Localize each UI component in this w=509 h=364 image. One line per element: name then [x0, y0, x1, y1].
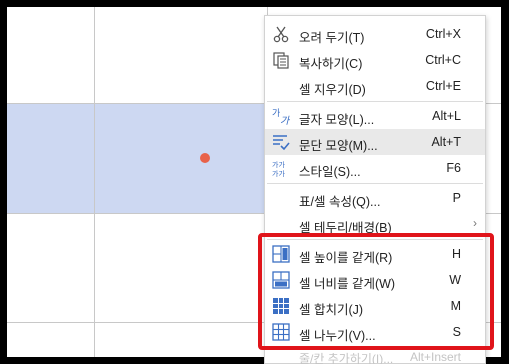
- menu-item-shortcut: P: [452, 191, 461, 205]
- menu-item-shortcut: Ctrl+E: [425, 79, 461, 93]
- menu-item-shortcut: F6: [446, 161, 461, 175]
- menu-item-copy[interactable]: 복사하기(C) Ctrl+C: [265, 47, 485, 73]
- chevron-right-icon: ›: [473, 216, 477, 230]
- menu-item-label: 스타일(S)...: [299, 165, 361, 179]
- table-col-line-1: [94, 7, 95, 357]
- selected-cell[interactable]: [7, 103, 267, 213]
- svg-text:가: 가: [280, 115, 291, 126]
- menu-separator: [267, 101, 483, 102]
- menu-item-char-shape[interactable]: 가 가 글자 모양(L)... Alt+L: [265, 103, 485, 129]
- menu-item-cut[interactable]: 오려 두기(T) Ctrl+X: [265, 21, 485, 47]
- menu-item-label: 복사하기(C): [299, 57, 363, 71]
- menu-item-label: 글자 모양(L)...: [299, 113, 375, 127]
- menu-item-shortcut: Alt+T: [431, 135, 461, 149]
- style-icon: 가가 가가: [271, 158, 291, 178]
- menu-item-paragraph-shape[interactable]: 문단 모양(M)... Alt+T: [265, 129, 485, 155]
- menu-item-label: 표/셀 속성(Q)...: [299, 195, 381, 209]
- menu-item-shortcut: Ctrl+X: [425, 27, 461, 41]
- menu-item-label: 줄/칸 추가하기(I)...: [299, 352, 394, 364]
- menu-item-label: 오려 두기(T): [299, 31, 365, 45]
- menu-item-label: 문단 모양(M)...: [299, 139, 378, 153]
- highlight-annotation-box: [258, 233, 494, 350]
- menu-item-style[interactable]: 가가 가가 스타일(S)... F6: [265, 155, 485, 181]
- menu-item-clear-cell[interactable]: 셀 지우기(D) Ctrl+E: [265, 73, 485, 99]
- menu-item-table-cell-properties[interactable]: 표/셀 속성(Q)... P: [265, 185, 485, 211]
- menu-separator: [267, 183, 483, 184]
- svg-text:가가: 가가: [272, 160, 285, 169]
- cursor-dot: [200, 153, 210, 163]
- menu-item-label: 셀 지우기(D): [299, 83, 366, 97]
- paragraph-shape-icon: [271, 132, 291, 152]
- menu-item-shortcut: Ctrl+C: [425, 53, 461, 67]
- copy-icon: [271, 50, 291, 70]
- menu-item-shortcut: Alt+L: [432, 109, 461, 123]
- scissors-icon: [271, 24, 291, 44]
- menu-item-shortcut: Alt+Insert: [409, 350, 461, 364]
- char-shape-icon: 가 가: [271, 106, 291, 127]
- menu-item-insert-row-col[interactable]: 줄/칸 추가하기(I)... Alt+Insert: [265, 349, 485, 364]
- svg-text:가가: 가가: [272, 169, 285, 178]
